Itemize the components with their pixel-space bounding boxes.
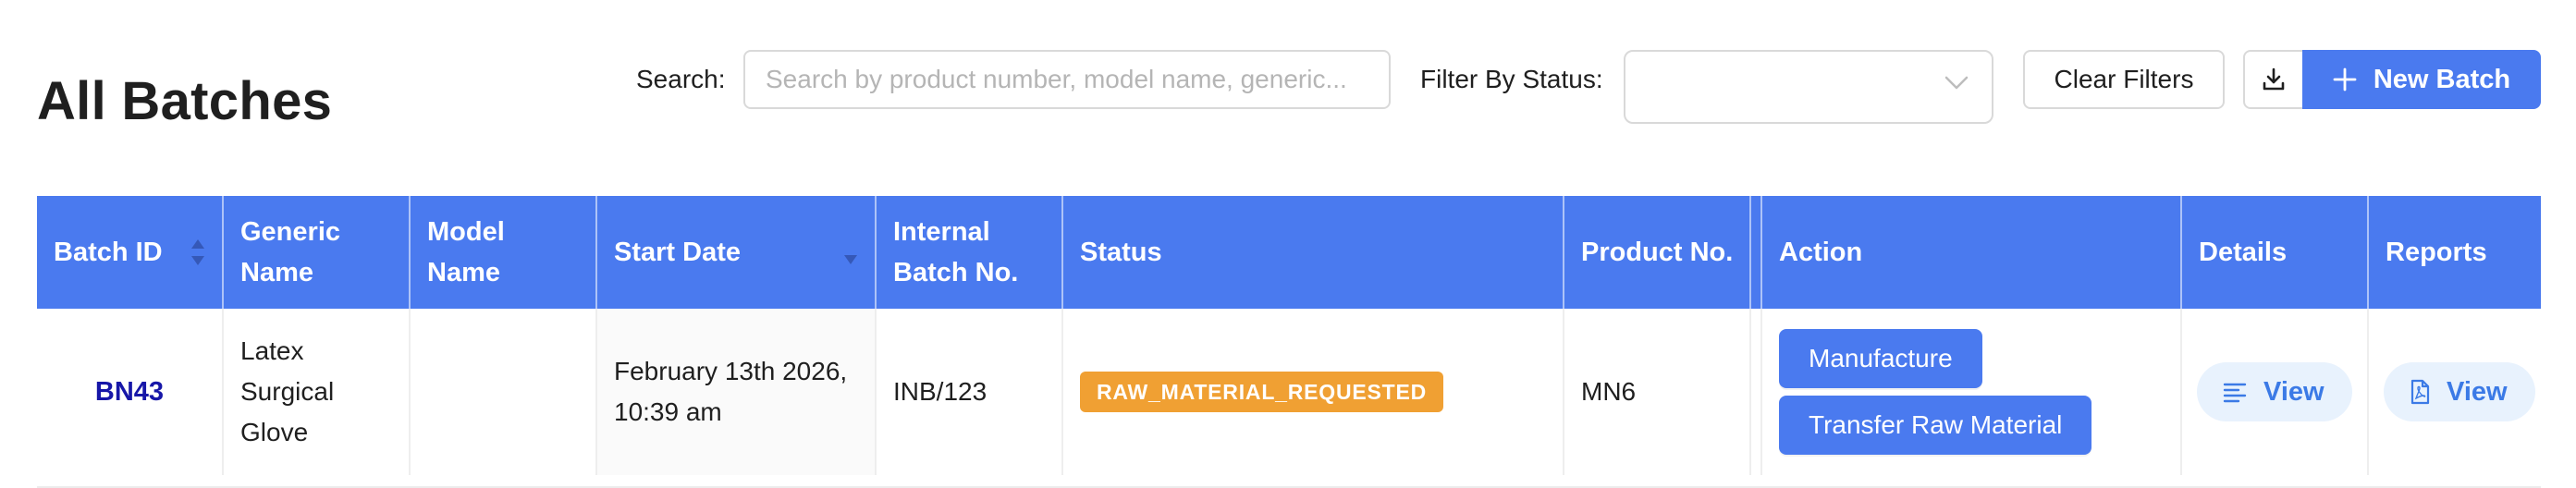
cell-action: Manufacture Transfer Raw Material bbox=[1762, 309, 2182, 475]
column-header-reports: Reports bbox=[2386, 238, 2487, 267]
manufacture-button[interactable]: Manufacture bbox=[1779, 329, 1982, 388]
status-filter-select[interactable] bbox=[1624, 50, 1993, 124]
status-badge: RAW_MATERIAL_REQUESTED bbox=[1080, 372, 1444, 412]
cell-details: View bbox=[2182, 309, 2369, 475]
cell-internal-batch-no: INB/123 bbox=[877, 309, 1063, 475]
column-header-spacer bbox=[1751, 196, 1762, 309]
cell-generic-name: Latex Surgical Glove bbox=[224, 309, 411, 475]
plus-icon bbox=[2333, 67, 2357, 92]
details-view-button[interactable]: View bbox=[2197, 362, 2352, 421]
page-title: All Batches bbox=[37, 71, 333, 131]
status-filter-label: Filter By Status: bbox=[1420, 65, 1603, 93]
cell-status: RAW_MATERIAL_REQUESTED bbox=[1063, 309, 1564, 475]
cell-model-name bbox=[411, 309, 597, 475]
clear-filters-button[interactable]: Clear Filters bbox=[2023, 50, 2225, 109]
sort-icon[interactable] bbox=[841, 240, 860, 272]
column-header-start-date[interactable]: Start Date bbox=[597, 196, 877, 309]
column-header-model-name[interactable]: Model Name bbox=[411, 196, 597, 309]
reports-view-button[interactable]: View bbox=[2384, 362, 2535, 421]
column-header-status[interactable]: Status bbox=[1063, 196, 1564, 309]
details-list-icon bbox=[2223, 383, 2247, 403]
pdf-file-icon bbox=[2410, 379, 2430, 405]
cell-reports: View bbox=[2369, 309, 2541, 475]
column-header-batch-id[interactable]: Batch ID bbox=[37, 196, 224, 309]
search-input[interactable] bbox=[743, 50, 1391, 109]
column-header-details: Details bbox=[2182, 196, 2369, 309]
clear-filters-label: Clear Filters bbox=[2054, 65, 2194, 93]
download-icon bbox=[2263, 67, 2285, 91]
column-header-action: Action bbox=[1762, 196, 2182, 309]
action-buttons: Manufacture Transfer Raw Material bbox=[1779, 329, 2092, 455]
column-header-generic-name[interactable]: Generic Name bbox=[224, 196, 411, 309]
table-row: BN43 Latex Surgical Glove February 13th … bbox=[37, 309, 2541, 488]
cell-product-no: MN6 bbox=[1564, 309, 1751, 475]
transfer-raw-material-button[interactable]: Transfer Raw Material bbox=[1779, 396, 2092, 455]
cell-batch-id: BN43 bbox=[37, 309, 224, 475]
column-header-internal-batch-no[interactable]: Internal Batch No. bbox=[877, 196, 1063, 309]
new-batch-label: New Batch bbox=[2373, 64, 2511, 94]
search-label: Search: bbox=[636, 65, 726, 93]
table-header: Batch ID Generic Name Model Name Start D… bbox=[37, 196, 2541, 309]
chevron-down-icon bbox=[1944, 76, 1969, 90]
cell-spacer bbox=[1751, 309, 1762, 475]
cell-start-date: February 13th 2026, 10:39 am bbox=[597, 309, 877, 475]
download-button[interactable] bbox=[2243, 50, 2304, 109]
batch-id-link[interactable]: BN43 bbox=[54, 372, 222, 412]
column-header-product-no[interactable]: Product No. bbox=[1564, 196, 1751, 309]
sort-icon[interactable] bbox=[189, 237, 207, 268]
new-batch-button[interactable]: New Batch bbox=[2302, 50, 2541, 109]
